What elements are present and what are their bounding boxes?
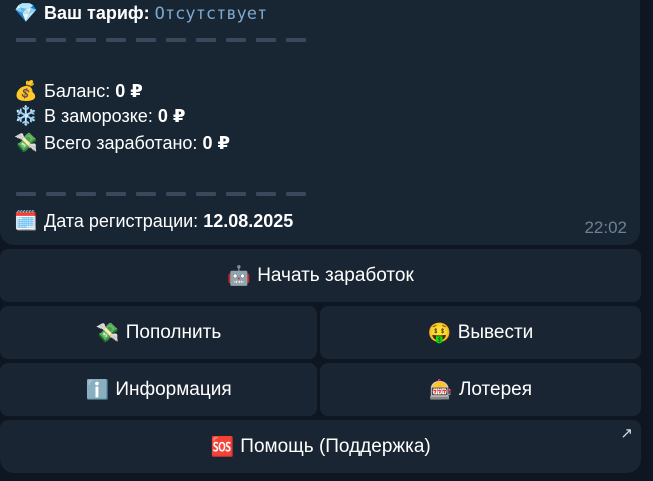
- tariff-label: Ваш тариф:: [44, 3, 150, 23]
- earned-label: Всего заработано:: [44, 133, 198, 153]
- lottery-button[interactable]: 🎰 Лотерея: [320, 363, 641, 416]
- balance-label: Баланс:: [44, 81, 111, 101]
- snowflake-icon: ❄️: [14, 105, 38, 127]
- external-link-icon: ↗: [620, 425, 633, 442]
- frozen-line: ❄️ В заморозке: 0 ₽: [14, 105, 185, 127]
- robot-icon: 🤖: [227, 265, 252, 287]
- balance-line: 💰 Баланс: 0 ₽: [14, 80, 143, 102]
- registration-label: Дата регистрации:: [44, 211, 199, 231]
- tariff-value: Отсутствует: [154, 4, 268, 24]
- separator-bottom: [16, 192, 306, 196]
- money-wings-icon: 💸: [14, 132, 38, 154]
- money-wings-icon: 💸: [95, 322, 120, 344]
- start-earning-button[interactable]: 🤖 Начать заработок: [0, 249, 641, 302]
- lottery-label: Лотерея: [458, 378, 533, 400]
- calendar-icon: 🗓️: [14, 210, 38, 232]
- message-time: 22:02: [584, 218, 627, 237]
- slot-machine-icon: 🎰: [429, 379, 453, 401]
- frozen-value: 0 ₽: [157, 106, 186, 126]
- balance-value: 0 ₽: [115, 81, 143, 101]
- withdraw-label: Вывести: [457, 321, 534, 343]
- earned-line: 💸 Всего заработано: 0 ₽: [14, 132, 230, 154]
- sos-icon: 🆘: [210, 436, 235, 458]
- registration-value: 12.08.2025: [203, 211, 294, 231]
- help-button[interactable]: 🆘 Помощь (Поддержка) ↗: [0, 420, 641, 473]
- separator-top: [16, 38, 306, 42]
- earned-value: 0 ₽: [202, 133, 230, 153]
- tariff-line: 💎 Ваш тариф: Отсутствует: [14, 2, 267, 25]
- frozen-label: В заморозке:: [44, 106, 153, 126]
- help-label: Помощь (Поддержка): [240, 435, 431, 457]
- diamond-icon: 💎: [14, 2, 38, 24]
- info-icon: ℹ️: [85, 379, 110, 401]
- deposit-label: Пополнить: [125, 321, 222, 343]
- registration-line: 🗓️ Дата регистрации: 12.08.2025: [14, 210, 293, 232]
- info-button[interactable]: ℹ️ Информация: [0, 363, 317, 416]
- money-bag-icon: 💰: [14, 80, 38, 102]
- start-earning-label: Начать заработок: [257, 264, 414, 286]
- deposit-button[interactable]: 💸 Пополнить: [0, 306, 317, 359]
- money-mouth-icon: 🤑: [427, 322, 452, 344]
- withdraw-button[interactable]: 🤑 Вывести: [320, 306, 641, 359]
- info-label: Информация: [115, 378, 232, 400]
